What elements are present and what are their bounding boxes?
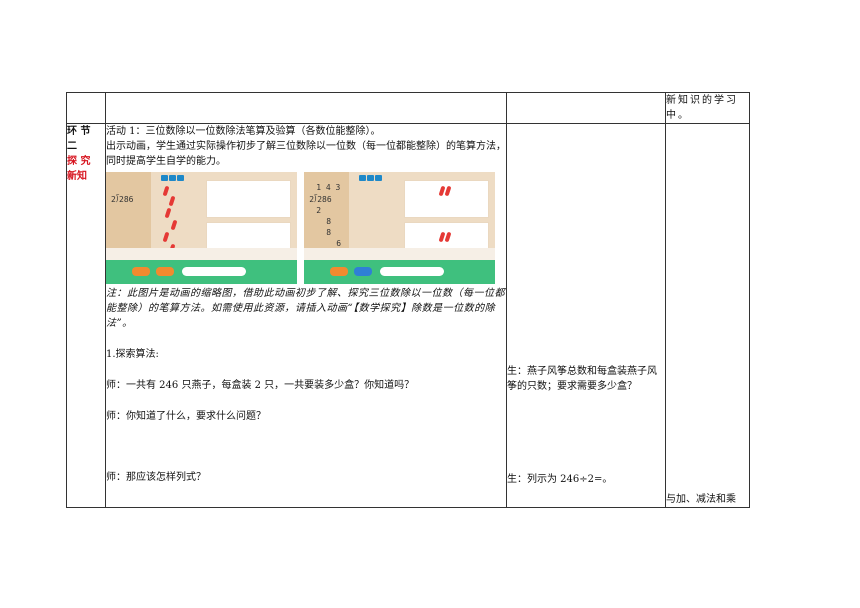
animation-thumbnail-left: 2⟌286 <box>106 172 297 284</box>
teacher-line: 师：你知道了什么，要求什么问题？ <box>106 411 266 422</box>
teacher-line: 师：那应该怎样列式？ <box>106 472 206 483</box>
step-digit: 8 <box>326 228 332 237</box>
table-row: 新知识的学习中。 <box>66 92 750 124</box>
stage-label: 环 节 <box>67 126 91 137</box>
hint-pill <box>380 267 445 276</box>
student-line: 生：列示为 246÷2=。 <box>507 474 613 485</box>
box-icon <box>359 175 367 181</box>
student-cell: 生：燕子风筝总数和每盒装燕子风筝的只数；要求需要多少盒？ 生：列示为 246÷2… <box>506 123 666 508</box>
swallow-icon <box>170 219 178 231</box>
remark-cell: 与加、减法和乘 <box>665 123 750 508</box>
stage-cell: 环 节 二 探 究 新知 <box>66 123 106 508</box>
control-bar <box>304 260 496 284</box>
hint-pill <box>182 267 246 276</box>
teacher-line: 师：一共有 246 只燕子，每盒装 2 只，一共要装多少盒？你知道吗？ <box>106 380 415 391</box>
swallow-icon <box>162 185 170 197</box>
work-area: 2⟌286 <box>106 172 151 260</box>
box-icon <box>367 175 375 181</box>
work-area: 1 4 3 2⟌286 2 8 8 6 6 0 <box>304 172 350 270</box>
table-row: 环 节 二 探 究 新知 活动 1：三位数除以一位数除法笔算及验算（各数位能整除… <box>66 123 750 508</box>
box-icon <box>177 175 184 181</box>
drop-board[interactable] <box>206 180 291 218</box>
activity-title: 活动 1：三位数除以一位数除法笔算及验算（各数位能整除）。 <box>106 126 381 137</box>
swallow-icon <box>162 231 170 243</box>
next-button[interactable] <box>354 267 373 276</box>
division-expression: 2⟌286 <box>111 195 134 204</box>
student-line: 生：燕子风筝总数和每盒装燕子风筝的只数；要求需要多少盒？ <box>507 366 657 392</box>
activity-description: 出示动画，学生通过实际操作初步了解三位数除以一位数（每一位都能整除）的笔算方法，… <box>106 141 506 167</box>
stage-number: 二 <box>67 141 77 152</box>
status-bar <box>304 248 496 260</box>
status-bar <box>106 248 297 260</box>
step-digit: 2 <box>316 206 322 215</box>
stage-subtitle: 探 究 <box>67 156 91 167</box>
prev-button[interactable] <box>330 267 349 276</box>
box-icon <box>169 175 176 181</box>
box-icon <box>161 175 168 181</box>
prev-button[interactable] <box>132 267 150 276</box>
animation-thumbnail-right: 1 4 3 2⟌286 2 8 8 6 6 0 <box>304 172 496 284</box>
remark-text: 与加、减法和乘 <box>666 494 736 505</box>
remark-text: 新知识的学习中。 <box>666 95 738 121</box>
box-icon <box>375 175 383 181</box>
swallow-icon <box>168 195 176 207</box>
cell-empty <box>105 92 507 124</box>
animation-thumbnails: 2⟌286 1 4 3 2⟌286 2 8 8 6 <box>106 172 506 286</box>
lesson-table: 新知识的学习中。 环 节 二 探 究 新知 活动 1：三位数除以一位数除法笔算及… <box>66 92 750 508</box>
remark-cell: 新知识的学习中。 <box>665 92 750 124</box>
stage-subtitle: 新知 <box>67 171 87 182</box>
control-bar <box>106 260 297 284</box>
animation-note: 注：此图片是动画的缩略图，借助此动画初步了解、探究三位数除以一位数（每一位都能整… <box>106 288 505 329</box>
cell-empty <box>66 92 106 124</box>
swallow-icon <box>164 207 172 219</box>
activity-cell: 活动 1：三位数除以一位数除法笔算及验算（各数位能整除）。 出示动画，学生通过实… <box>105 123 507 508</box>
step-heading: 1.探索算法: <box>106 349 159 360</box>
cell-empty <box>506 92 666 124</box>
next-button[interactable] <box>156 267 174 276</box>
